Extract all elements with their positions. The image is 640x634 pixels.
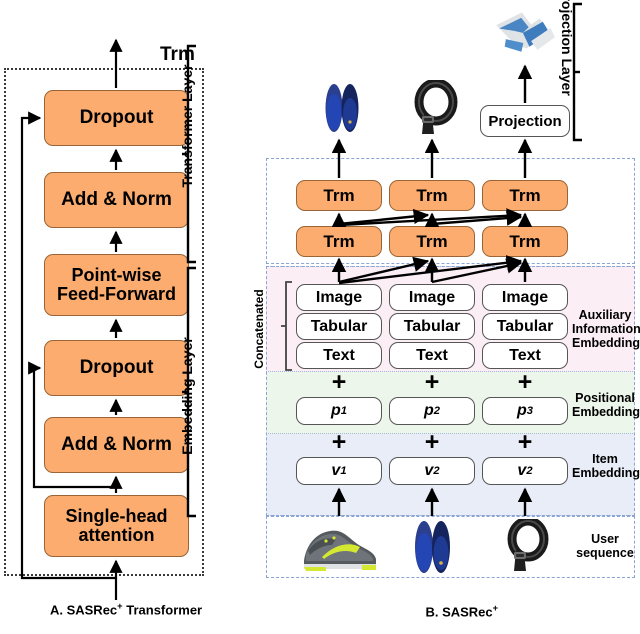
label-positional-embedding: Positional Embedding bbox=[572, 391, 640, 419]
trm-top-2[interactable]: Trm bbox=[389, 180, 475, 211]
label-item-embedding: Item Embedding bbox=[572, 452, 640, 480]
block-add-norm-top[interactable]: Add & Norm bbox=[44, 172, 189, 228]
plus-pos-item-2: + bbox=[424, 428, 440, 456]
positional-index-2: 2 bbox=[433, 405, 440, 417]
output-item-apparel bbox=[494, 8, 560, 66]
block-dropout-top[interactable]: Dropout bbox=[44, 90, 189, 146]
block-dropout-bottom[interactable]: Dropout bbox=[44, 340, 189, 396]
trm-top-1[interactable]: Trm bbox=[296, 180, 382, 211]
item-index-1: 1 bbox=[340, 465, 347, 477]
plus-aux-pos-2: + bbox=[424, 368, 440, 396]
aux-text-2[interactable]: Text bbox=[389, 342, 475, 369]
aux-image-3[interactable]: Image bbox=[482, 284, 568, 311]
item-embedding-2[interactable]: v2 bbox=[389, 457, 475, 485]
aux-image-2[interactable]: Image bbox=[389, 284, 475, 311]
label-embedding-layer: Embedding Layer bbox=[179, 337, 195, 455]
output-item-insoles bbox=[318, 82, 366, 134]
positional-embedding-3[interactable]: p3 bbox=[482, 397, 568, 425]
aux-image-1[interactable]: Image bbox=[296, 284, 382, 311]
blue-white-apparel-icon bbox=[496, 12, 555, 52]
positional-index-3: 3 bbox=[526, 405, 533, 417]
label-auxiliary-information-embedding: Auxiliary Information Embedding bbox=[572, 308, 640, 350]
sequence-item-shoe bbox=[296, 521, 382, 573]
sequence-item-insoles bbox=[404, 519, 460, 575]
panel-b-caption-main: B. SASRec bbox=[425, 604, 493, 620]
trm-bottom-1[interactable]: Trm bbox=[296, 226, 382, 257]
aux-tabular-2[interactable]: Tabular bbox=[389, 313, 475, 340]
label-transformer-layer: Transformer Layer bbox=[179, 64, 195, 188]
item-embedding-1[interactable]: v1 bbox=[296, 457, 382, 485]
output-item-belt bbox=[408, 78, 460, 136]
block-add-norm-bottom[interactable]: Add & Norm bbox=[44, 417, 189, 473]
positional-symbol-2: p bbox=[423, 402, 434, 419]
positional-embedding-1[interactable]: p1 bbox=[296, 397, 382, 425]
sequence-item-belt bbox=[500, 516, 552, 575]
block-single-head-attention[interactable]: Single-head attention bbox=[44, 495, 189, 557]
aux-text-1[interactable]: Text bbox=[296, 342, 382, 369]
panel-b-caption: B. SASRec+ bbox=[411, 588, 498, 634]
aux-text-3[interactable]: Text bbox=[482, 342, 568, 369]
item-symbol-1: v bbox=[331, 462, 341, 479]
black-belt-icon bbox=[414, 78, 458, 134]
positional-embedding-2[interactable]: p2 bbox=[389, 397, 475, 425]
black-belt-icon bbox=[507, 516, 549, 571]
positional-index-1: 1 bbox=[340, 405, 347, 417]
gray-yellow-running-shoe-icon bbox=[304, 530, 376, 571]
block-projection[interactable]: Projection bbox=[480, 105, 570, 137]
trm-bottom-2[interactable]: Trm bbox=[389, 226, 475, 257]
trm-top-3[interactable]: Trm bbox=[482, 180, 568, 211]
figure-root: Trm Dropout Add & Norm Point-wise Feed-F… bbox=[0, 0, 640, 619]
item-symbol-2: v bbox=[424, 462, 434, 479]
panel-a-caption: A. SASRec+ Transformer bbox=[36, 586, 202, 632]
item-symbol-3: v bbox=[517, 462, 527, 479]
positional-symbol-3: p bbox=[516, 402, 527, 419]
aux-tabular-3[interactable]: Tabular bbox=[482, 313, 568, 340]
blue-insoles-icon bbox=[415, 521, 450, 573]
aux-tabular-1[interactable]: Tabular bbox=[296, 313, 382, 340]
item-embedding-3[interactable]: v2 bbox=[482, 457, 568, 485]
item-index-2: 2 bbox=[433, 465, 440, 477]
block-point-wise-feed-forward[interactable]: Point-wise Feed-Forward bbox=[44, 254, 189, 316]
plus-pos-item-3: + bbox=[517, 428, 533, 456]
panel-b-caption-superscript: + bbox=[492, 603, 499, 613]
plus-pos-item-1: + bbox=[331, 428, 347, 456]
label-user-sequence: User sequence bbox=[576, 532, 634, 560]
plus-aux-pos-3: + bbox=[517, 368, 533, 396]
positional-symbol-1: p bbox=[330, 402, 341, 419]
trm-bottom-3[interactable]: Trm bbox=[482, 226, 568, 257]
plus-aux-pos-1: + bbox=[331, 368, 347, 396]
item-index-3: 2 bbox=[526, 465, 533, 477]
blue-insoles-icon bbox=[325, 84, 359, 132]
